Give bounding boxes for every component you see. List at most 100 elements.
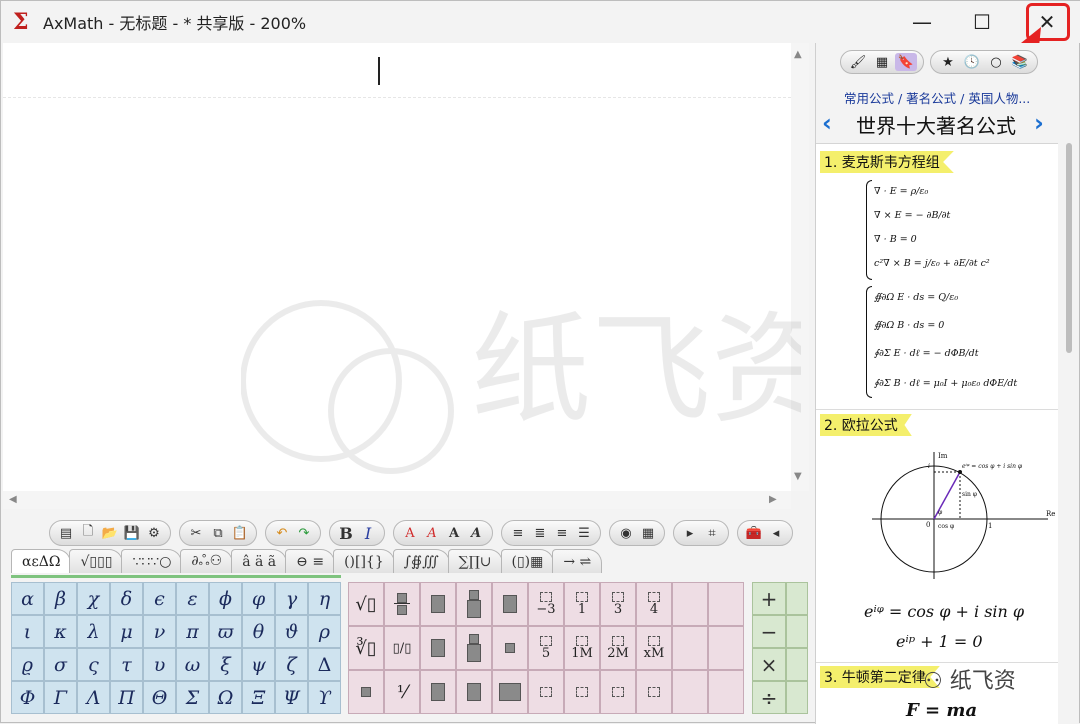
tab-brackets[interactable]: ()[]{} xyxy=(333,549,395,573)
star-icon[interactable]: ★ xyxy=(937,53,959,71)
editor-vertical-scrollbar[interactable]: ▲ ▼ xyxy=(791,43,809,491)
template-underset-3b[interactable]: 3 xyxy=(600,582,636,626)
arrow-template-1[interactable] xyxy=(528,670,564,714)
tab-sums[interactable]: ∑∏∪ xyxy=(447,549,503,573)
template-underset-1m[interactable]: 1M xyxy=(564,626,600,670)
clock-icon[interactable]: 🕓 xyxy=(961,53,983,71)
fraction-template[interactable] xyxy=(384,582,420,626)
greek-symbol[interactable]: ξ xyxy=(209,648,242,681)
template-blank[interactable] xyxy=(708,626,744,670)
save-icon[interactable]: 💾 xyxy=(122,523,142,543)
menu-icon[interactable]: ▤ xyxy=(56,523,76,543)
template-underset-3[interactable]: −3 xyxy=(528,582,564,626)
italic-button[interactable]: I xyxy=(358,523,378,543)
greek-symbol[interactable]: Σ xyxy=(176,681,209,714)
formula-editor-canvas[interactable] xyxy=(3,43,791,491)
section-maxwell[interactable]: 1. 麦克斯韦方程组 xyxy=(820,151,954,173)
greek-symbol[interactable]: ν xyxy=(143,615,176,648)
font-bold-a-button[interactable]: A xyxy=(444,523,464,543)
greek-symbol[interactable]: Φ xyxy=(11,681,44,714)
template-underset-1[interactable]: 1 xyxy=(564,582,600,626)
greek-symbol[interactable]: ϒ xyxy=(308,681,341,714)
undo-icon[interactable]: ↶ xyxy=(272,523,292,543)
wide-under-template[interactable] xyxy=(492,670,528,714)
tab-special[interactable]: ∂ஃ⚇ xyxy=(180,549,234,573)
superscript-template[interactable] xyxy=(420,582,456,626)
tab-integrals[interactable]: ∫∯∭ xyxy=(392,549,450,573)
greek-symbol[interactable]: σ xyxy=(44,648,77,681)
diagonal-fraction-template[interactable]: ⅟ xyxy=(384,670,420,714)
grid-palette-icon[interactable]: ▦ xyxy=(871,53,893,71)
tab-relations[interactable]: ∵∷∵○ xyxy=(121,549,183,573)
next-page-icon[interactable]: › xyxy=(1034,109,1044,137)
copy-icon[interactable]: ⧉ xyxy=(208,523,228,543)
greek-symbol[interactable]: Ω xyxy=(209,681,242,714)
bookmark-icon[interactable]: 🔖 xyxy=(895,53,917,71)
open-folder-icon[interactable]: 📂 xyxy=(100,523,120,543)
align-left-icon[interactable]: ≡ xyxy=(508,523,528,543)
cut-icon[interactable]: ✂ xyxy=(186,523,206,543)
settings-gear-icon[interactable]: ⚙ xyxy=(144,523,164,543)
align-justify-icon[interactable]: ☰ xyxy=(574,523,594,543)
greek-symbol[interactable]: ψ xyxy=(242,648,275,681)
greek-symbol[interactable]: ϖ xyxy=(209,615,242,648)
greek-symbol[interactable]: ω xyxy=(176,648,209,681)
greek-symbol[interactable]: Π xyxy=(110,681,143,714)
font-italic-a-button[interactable]: A xyxy=(422,523,442,543)
bar-sub-template[interactable] xyxy=(492,626,528,670)
divide-operator[interactable]: ÷ xyxy=(752,681,786,714)
scroll-down-icon[interactable]: ▼ xyxy=(794,471,802,482)
redo-icon[interactable]: ↷ xyxy=(294,523,314,543)
breadcrumb[interactable]: 常用公式 / 著名公式 / 英国人物... xyxy=(844,88,1030,107)
arrow-template-2[interactable] xyxy=(564,670,600,714)
tab-arrows[interactable]: → ⇌ xyxy=(552,549,603,573)
brush-icon[interactable]: 🖌 xyxy=(847,53,869,71)
tab-roots[interactable]: √▯▯▯ xyxy=(69,549,124,573)
times-operator[interactable]: × xyxy=(752,648,786,681)
minus-operator[interactable]: − xyxy=(752,615,786,648)
paste-icon[interactable]: 📋 xyxy=(230,523,250,543)
tab-operators[interactable]: ⊖ ≡ xyxy=(285,549,336,573)
toolbox-arrow-icon[interactable]: ◂ xyxy=(766,523,786,543)
template-underset-5[interactable]: 5 xyxy=(528,626,564,670)
greek-symbol[interactable]: χ xyxy=(77,582,110,615)
over-under-template[interactable] xyxy=(456,626,492,670)
color-palette-icon[interactable]: ◉ xyxy=(616,523,636,543)
prescript-template[interactable] xyxy=(348,670,384,714)
scroll-right-icon[interactable]: ▶ xyxy=(769,494,777,505)
greek-symbol[interactable]: ι xyxy=(11,615,44,648)
library-scrollbar[interactable] xyxy=(1060,43,1078,724)
greek-symbol[interactable]: ϕ xyxy=(209,582,242,615)
greek-symbol[interactable]: Θ xyxy=(143,681,176,714)
overscript-template[interactable] xyxy=(456,582,492,626)
new-file-icon[interactable]: 🗋 xyxy=(78,523,98,543)
sqrt-template[interactable]: √▯ xyxy=(348,582,384,626)
greek-symbol[interactable]: Ξ xyxy=(242,681,275,714)
tab-accents[interactable]: â ä ã xyxy=(231,549,288,573)
greek-symbol[interactable]: η xyxy=(308,582,341,615)
align-center-icon[interactable]: ≣ xyxy=(530,523,550,543)
tab-greek[interactable]: αεΔΩ xyxy=(11,549,72,573)
operator-extra[interactable] xyxy=(786,615,808,648)
lower-right-template[interactable] xyxy=(420,670,456,714)
greek-symbol[interactable]: α xyxy=(11,582,44,615)
sup-sub-template[interactable] xyxy=(420,626,456,670)
operator-extra[interactable] xyxy=(786,582,808,615)
greek-symbol[interactable]: ϑ xyxy=(275,615,308,648)
greek-symbol[interactable]: υ xyxy=(143,648,176,681)
tab-matrices[interactable]: (▯)▦ xyxy=(500,549,555,573)
scroll-left-icon[interactable]: ◀ xyxy=(9,494,17,505)
greek-symbol[interactable]: φ xyxy=(242,582,275,615)
arrow-template-4[interactable] xyxy=(636,670,672,714)
operator-extra[interactable] xyxy=(786,681,808,714)
template-underset-2m[interactable]: 2M xyxy=(600,626,636,670)
greek-symbol[interactable]: ϱ xyxy=(11,648,44,681)
template-underset-4[interactable]: 4 xyxy=(636,582,672,626)
greek-symbol[interactable]: γ xyxy=(275,582,308,615)
search-icon[interactable]: ○ xyxy=(985,53,1007,71)
template-blank[interactable] xyxy=(672,582,708,626)
greek-symbol[interactable]: ρ xyxy=(308,615,341,648)
prev-page-icon[interactable]: ‹ xyxy=(822,109,832,137)
template-blank[interactable] xyxy=(708,582,744,626)
section-newton[interactable]: 3. 牛顿第二定律 xyxy=(820,666,940,688)
